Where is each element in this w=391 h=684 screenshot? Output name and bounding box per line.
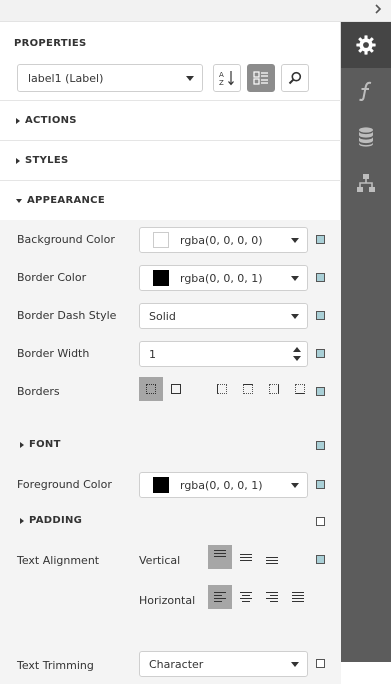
border-dash-style-select[interactable]: Solid — [139, 303, 308, 329]
padding-group-label: PADDING — [29, 515, 83, 526]
sort-az-icon: A Z — [219, 71, 234, 87]
section-styles-label: STYLES — [25, 155, 69, 166]
categorized-icon — [253, 71, 268, 85]
border-color-swatch — [153, 270, 169, 286]
properties-panel: PROPERTIES label1 (Label) A Z ACTIONS ST… — [0, 22, 341, 684]
categorized-view-button[interactable] — [247, 64, 275, 92]
border-top-button[interactable] — [236, 377, 260, 401]
gear-icon — [356, 35, 376, 55]
border-color-select[interactable]: rgba(0, 0, 0, 1) — [139, 265, 308, 291]
tab-report-explorer[interactable] — [341, 160, 391, 206]
top-bar — [0, 0, 391, 22]
border-color-indicator[interactable] — [316, 273, 325, 282]
border-bottom-button[interactable] — [288, 377, 312, 401]
foreground-color-value: rgba(0, 0, 0, 1) — [180, 478, 263, 492]
hierarchy-icon — [357, 174, 375, 192]
border-right-button[interactable] — [262, 377, 286, 401]
foreground-color-select[interactable]: rgba(0, 0, 0, 1) — [139, 472, 308, 498]
spin-up-icon[interactable] — [293, 347, 301, 352]
text-trimming-label: Text Trimming — [17, 659, 94, 672]
borders-label: Borders — [17, 385, 60, 398]
border-left-button[interactable] — [210, 377, 234, 401]
search-button[interactable] — [281, 64, 309, 92]
align-middle-button[interactable] — [234, 545, 258, 569]
section-appearance-label: APPEARANCE — [27, 195, 105, 206]
align-center-button[interactable] — [234, 585, 258, 609]
expand-icon — [16, 117, 20, 124]
function-icon — [359, 81, 372, 101]
appearance-body: Background Color rgba(0, 0, 0, 0) Border… — [0, 220, 341, 684]
component-select-value: label1 (Label) — [28, 71, 104, 85]
tab-expressions[interactable] — [341, 68, 391, 114]
text-alignment-indicator[interactable] — [316, 555, 325, 564]
align-right-button[interactable] — [260, 585, 284, 609]
expand-icon — [16, 157, 20, 164]
background-color-select[interactable]: rgba(0, 0, 0, 0) — [139, 227, 308, 253]
tab-properties[interactable] — [341, 22, 391, 68]
border-color-label: Border Color — [17, 271, 87, 284]
spin-down-icon[interactable] — [293, 356, 301, 361]
database-icon — [359, 127, 373, 147]
chevron-down-icon — [291, 276, 299, 281]
component-select[interactable]: label1 (Label) — [17, 64, 203, 92]
expand-icon — [20, 517, 24, 524]
section-actions[interactable]: ACTIONS — [0, 100, 341, 140]
foreground-color-swatch — [153, 477, 169, 493]
chevron-down-icon — [291, 238, 299, 243]
horizontal-alignment-label: Horizontal — [139, 594, 196, 607]
tab-field-list[interactable] — [341, 114, 391, 160]
sort-alphabetically-button[interactable]: A Z — [213, 64, 241, 92]
side-rail — [341, 22, 391, 662]
background-color-value: rgba(0, 0, 0, 0) — [180, 233, 263, 247]
text-trimming-select[interactable]: Character — [139, 651, 308, 677]
vertical-alignment-label: Vertical — [139, 554, 181, 567]
background-color-swatch — [153, 232, 169, 248]
border-width-value: 1 — [149, 347, 156, 361]
align-top-button[interactable] — [208, 545, 232, 569]
padding-indicator[interactable] — [316, 517, 325, 526]
border-dash-style-indicator[interactable] — [316, 311, 325, 320]
border-width-input[interactable]: 1 — [139, 341, 308, 367]
font-group-label: FONT — [29, 439, 61, 450]
chevron-down-icon — [291, 314, 299, 319]
padding-group[interactable]: PADDING — [20, 515, 82, 526]
border-dash-style-label: Border Dash Style — [17, 309, 117, 322]
font-indicator[interactable] — [316, 441, 325, 450]
text-alignment-label: Text Alignment — [17, 554, 100, 567]
text-trimming-value: Character — [149, 657, 204, 671]
borders-indicator[interactable] — [316, 387, 325, 396]
font-group[interactable]: FONT — [20, 439, 61, 450]
align-justify-button[interactable] — [286, 585, 310, 609]
expand-icon — [20, 441, 24, 448]
foreground-color-indicator[interactable] — [316, 480, 325, 489]
collapse-chevron-icon[interactable] — [371, 3, 385, 17]
border-dash-style-value: Solid — [149, 309, 176, 323]
chevron-down-icon — [186, 76, 194, 81]
collapse-icon — [16, 198, 22, 203]
search-icon — [288, 71, 302, 85]
borders-none-button[interactable] — [139, 377, 163, 401]
foreground-color-label: Foreground Color — [17, 478, 112, 491]
background-color-indicator[interactable] — [316, 235, 325, 244]
align-left-button[interactable] — [208, 585, 232, 609]
borders-all-button[interactable] — [164, 377, 188, 401]
background-color-label: Background Color — [17, 233, 115, 246]
section-actions-label: ACTIONS — [25, 115, 77, 126]
svg-text:A: A — [219, 71, 224, 79]
section-appearance[interactable]: APPEARANCE — [0, 180, 341, 220]
border-width-indicator[interactable] — [316, 349, 325, 358]
chevron-down-icon — [291, 483, 299, 488]
svg-text:Z: Z — [219, 79, 224, 87]
border-width-label: Border Width — [17, 347, 90, 360]
section-styles[interactable]: STYLES — [0, 140, 341, 180]
panel-title: PROPERTIES — [14, 38, 87, 49]
border-color-value: rgba(0, 0, 0, 1) — [180, 271, 263, 285]
chevron-down-icon — [291, 662, 299, 667]
align-bottom-button[interactable] — [260, 545, 284, 569]
text-trimming-indicator[interactable] — [316, 659, 325, 668]
